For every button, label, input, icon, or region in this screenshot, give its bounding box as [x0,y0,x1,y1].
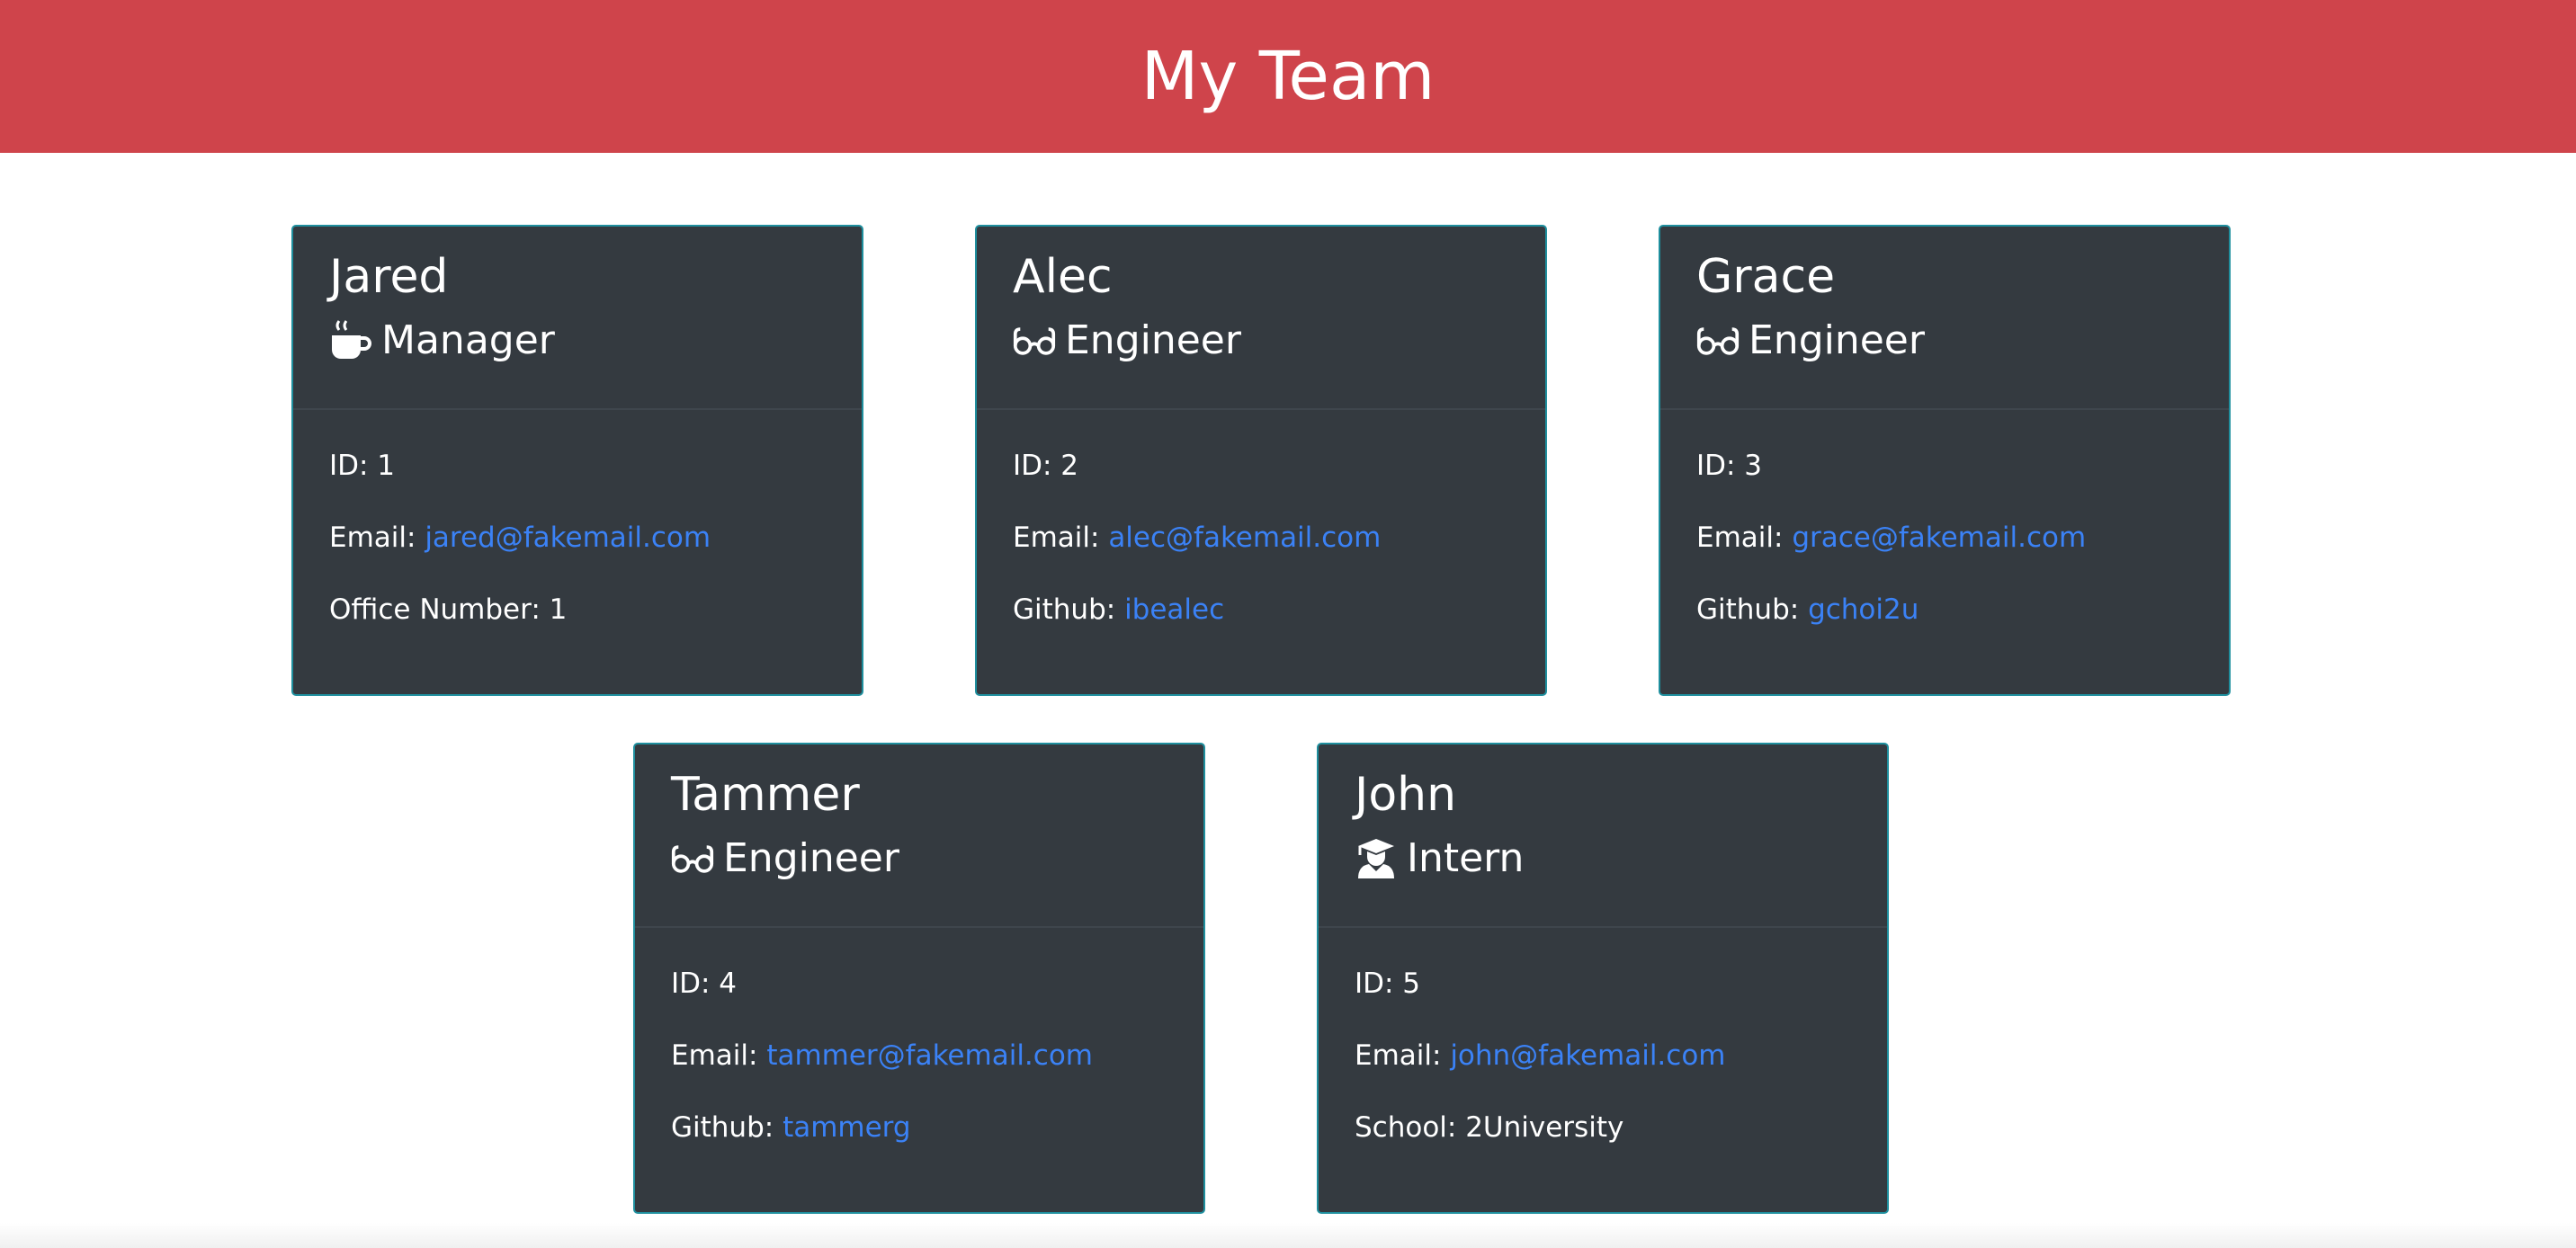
employee-email-row: Email: john@fakemail.com [1355,1039,1887,1072]
employee-card-tammer: Tammer Engineer ID: 4 Email: tammer@fake… [633,743,1205,1214]
employee-id: ID: 1 [329,450,396,482]
employee-card-john: John Intern ID: 5 Email: john@fakemail.c… [1317,743,1889,1214]
employee-name: Grace [1696,250,1836,304]
github-link[interactable]: ibealec [1124,593,1224,626]
email-label: Email: [1696,521,1793,554]
page-header: My Team [0,0,2576,153]
employee-email-row: Email: jared@fakemail.com [329,521,862,554]
github-label: Github: [1013,593,1125,626]
github-label: Github: [1696,593,1809,626]
role-label: Engineer [1065,317,1241,363]
employee-name: Tammer [671,768,860,822]
employee-name: Jared [329,250,449,304]
employee-id: ID: 5 [1355,967,1421,1000]
employee-email-row: Email: tammer@fakemail.com [671,1039,1203,1072]
github-link[interactable]: tammerg [783,1111,911,1144]
email-label: Email: [1355,1039,1451,1072]
employee-id: ID: 3 [1696,450,1763,482]
card-header: Alec Engineer [977,227,1545,410]
card-header: Jared Manager [293,227,862,410]
employee-card-jared: Jared Manager ID: 1 Email: jared@fakemai… [291,225,863,696]
card-body: ID: 1 Email: jared@fakemail.com Office N… [293,410,862,626]
github-row: Github: gchoi2u [1696,593,2229,626]
email-link[interactable]: tammer@fakemail.com [766,1039,1093,1072]
github-row: Github: tammerg [671,1111,1203,1144]
role-label: Intern [1407,835,1525,881]
email-link[interactable]: jared@fakemail.com [425,521,711,554]
employee-role: Intern [1355,836,1887,881]
bottom-shadow [0,1223,2576,1248]
email-link[interactable]: alec@fakemail.com [1108,521,1381,554]
employee-name: Alec [1013,250,1113,304]
employee-role: Engineer [1696,318,2229,363]
card-body: ID: 3 Email: grace@fakemail.com Github: … [1660,410,2229,626]
school-row: School: 2University [1355,1111,1624,1144]
employee-card-grace: Grace Engineer ID: 3 Email: grace@fakema… [1659,225,2231,696]
github-link[interactable]: gchoi2u [1808,593,1919,626]
employee-card-alec: Alec Engineer ID: 2 Email: alec@fakemail… [975,225,1547,696]
role-label: Engineer [723,835,899,881]
email-label: Email: [671,1039,767,1072]
card-header: Tammer Engineer [635,744,1203,928]
glasses-icon [671,837,714,880]
card-header: Grace Engineer [1660,227,2229,410]
employee-name: John [1355,768,1457,822]
github-label: Github: [671,1111,783,1144]
card-body: ID: 5 Email: john@fakemail.com School: 2… [1319,928,1887,1144]
employee-role: Engineer [671,836,1203,881]
email-label: Email: [329,521,425,554]
glasses-icon [1013,319,1056,362]
glasses-icon [1696,319,1740,362]
card-body: ID: 4 Email: tammer@fakemail.com Github:… [635,928,1203,1144]
role-label: Engineer [1749,317,1925,363]
office-number: Office Number: 1 [329,593,568,626]
email-link[interactable]: grace@fakemail.com [1792,521,2086,554]
employee-role: Manager [329,318,862,363]
email-label: Email: [1013,521,1109,554]
graduate-icon [1355,837,1398,880]
employee-email-row: Email: grace@fakemail.com [1696,521,2229,554]
employee-role: Engineer [1013,318,1545,363]
card-body: ID: 2 Email: alec@fakemail.com Github: i… [977,410,1545,626]
employee-id: ID: 2 [1013,450,1079,482]
page-title: My Team [1140,38,1436,115]
employee-id: ID: 4 [671,967,738,1000]
email-link[interactable]: john@fakemail.com [1450,1039,1725,1072]
card-header: John Intern [1319,744,1887,928]
github-row: Github: ibealec [1013,593,1545,626]
employee-email-row: Email: alec@fakemail.com [1013,521,1545,554]
coffee-icon [329,319,372,362]
role-label: Manager [381,317,555,363]
